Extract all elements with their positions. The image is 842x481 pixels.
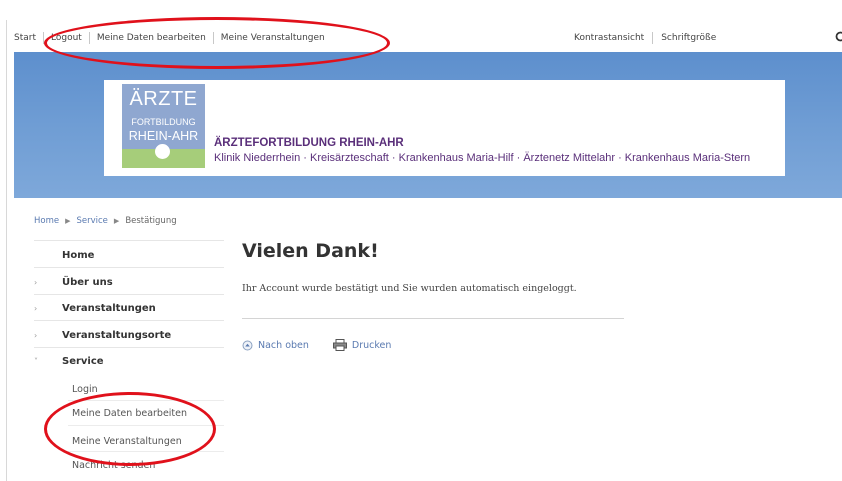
banner-panel: ÄRZTE FORTBILDUNG RHEIN-AHR ÄRZTEFORTBIL… bbox=[104, 80, 785, 176]
top-links: Start Logout Meine Daten bearbeiten Mein… bbox=[14, 32, 325, 44]
back-to-top-label: Nach oben bbox=[258, 339, 309, 351]
print-button[interactable]: Drucken bbox=[332, 339, 392, 351]
sidebar-item-label: Veranstaltungen bbox=[62, 303, 156, 314]
logo-line-1: ÄRZTE bbox=[129, 88, 198, 110]
my-events-link[interactable]: Meine Veranstaltungen bbox=[221, 33, 325, 43]
nav-divider bbox=[68, 451, 224, 452]
page-left-border bbox=[6, 20, 7, 481]
sidebar-subitem-send-message[interactable]: Nachricht senden bbox=[72, 460, 155, 471]
breadcrumb-arrow-icon: ▶ bbox=[113, 217, 120, 225]
logout-link[interactable]: Logout bbox=[51, 33, 82, 43]
accessibility-links: Kontrastansicht Schriftgröße bbox=[574, 32, 716, 44]
sidebar-item-label: Über uns bbox=[62, 277, 113, 288]
organization-title: ÄRZTEFORTBILDUNG RHEIN-AHR bbox=[214, 137, 404, 149]
search-icon[interactable] bbox=[835, 31, 842, 45]
chevron-right-icon: › bbox=[34, 331, 38, 340]
content-divider bbox=[242, 318, 624, 319]
logo-dot bbox=[155, 144, 170, 159]
sidebar-item-label: Home bbox=[62, 250, 95, 261]
printer-icon bbox=[332, 339, 347, 351]
chevron-right-icon: › bbox=[34, 278, 38, 287]
top-bar: Start Logout Meine Daten bearbeiten Mein… bbox=[14, 24, 842, 52]
page-actions: Nach oben Drucken bbox=[242, 339, 391, 351]
breadcrumb-home[interactable]: Home bbox=[34, 216, 59, 226]
edit-my-data-link[interactable]: Meine Daten bearbeiten bbox=[97, 33, 206, 43]
organization-members: Klinik Niederrhein · Kreisärzteschaft · … bbox=[214, 152, 751, 164]
font-size-link[interactable]: Schriftgröße bbox=[661, 33, 716, 43]
nav-divider bbox=[34, 347, 224, 348]
breadcrumb-current: Bestätigung bbox=[125, 216, 177, 226]
breadcrumb-arrow-icon: ▶ bbox=[65, 217, 71, 225]
nav-divider bbox=[34, 240, 224, 241]
start-link[interactable]: Start bbox=[14, 33, 36, 43]
sidebar-item-label: Service bbox=[62, 356, 104, 367]
print-label: Drucken bbox=[351, 339, 392, 351]
logo-line-3: RHEIN-AHR bbox=[128, 129, 199, 143]
back-to-top-button[interactable]: Nach oben bbox=[242, 340, 309, 351]
sidebar-subitem-edit-my-data[interactable]: Meine Daten bearbeiten bbox=[72, 408, 187, 419]
nav-divider bbox=[34, 294, 224, 295]
site-logo[interactable]: ÄRZTE FORTBILDUNG RHEIN-AHR bbox=[122, 84, 205, 168]
page-title: Vielen Dank! bbox=[242, 240, 379, 262]
chevron-down-icon: ˅ bbox=[34, 357, 38, 366]
nav-divider bbox=[34, 320, 224, 321]
contrast-view-link[interactable]: Kontrastansicht bbox=[574, 33, 644, 43]
confirmation-message: Ihr Account wurde bestätigt und Sie wurd… bbox=[242, 283, 577, 294]
separator bbox=[212, 32, 214, 44]
nav-divider bbox=[34, 267, 224, 268]
nav-divider bbox=[68, 400, 224, 401]
separator bbox=[43, 32, 44, 44]
nav-divider bbox=[68, 425, 224, 426]
sidebar-subitem-my-events[interactable]: Meine Veranstaltungen bbox=[72, 436, 182, 447]
logo-line-2: FORTBILDUNG bbox=[131, 117, 196, 127]
separator bbox=[652, 32, 654, 44]
separator bbox=[88, 32, 90, 44]
sidebar-subitem-login[interactable]: Login bbox=[72, 384, 98, 395]
search-input[interactable] bbox=[736, 29, 837, 44]
breadcrumb-service[interactable]: Service bbox=[77, 216, 108, 226]
annotation-ellipse-sidebar bbox=[44, 392, 216, 466]
sidebar-item-label: Veranstaltungsorte bbox=[62, 330, 172, 341]
chevron-right-icon: › bbox=[34, 304, 38, 313]
arrow-up-circle-icon bbox=[242, 340, 253, 350]
breadcrumb: Home ▶ Service ▶ Bestätigung bbox=[34, 216, 177, 226]
header-banner: ÄRZTE FORTBILDUNG RHEIN-AHR ÄRZTEFORTBIL… bbox=[14, 52, 842, 198]
